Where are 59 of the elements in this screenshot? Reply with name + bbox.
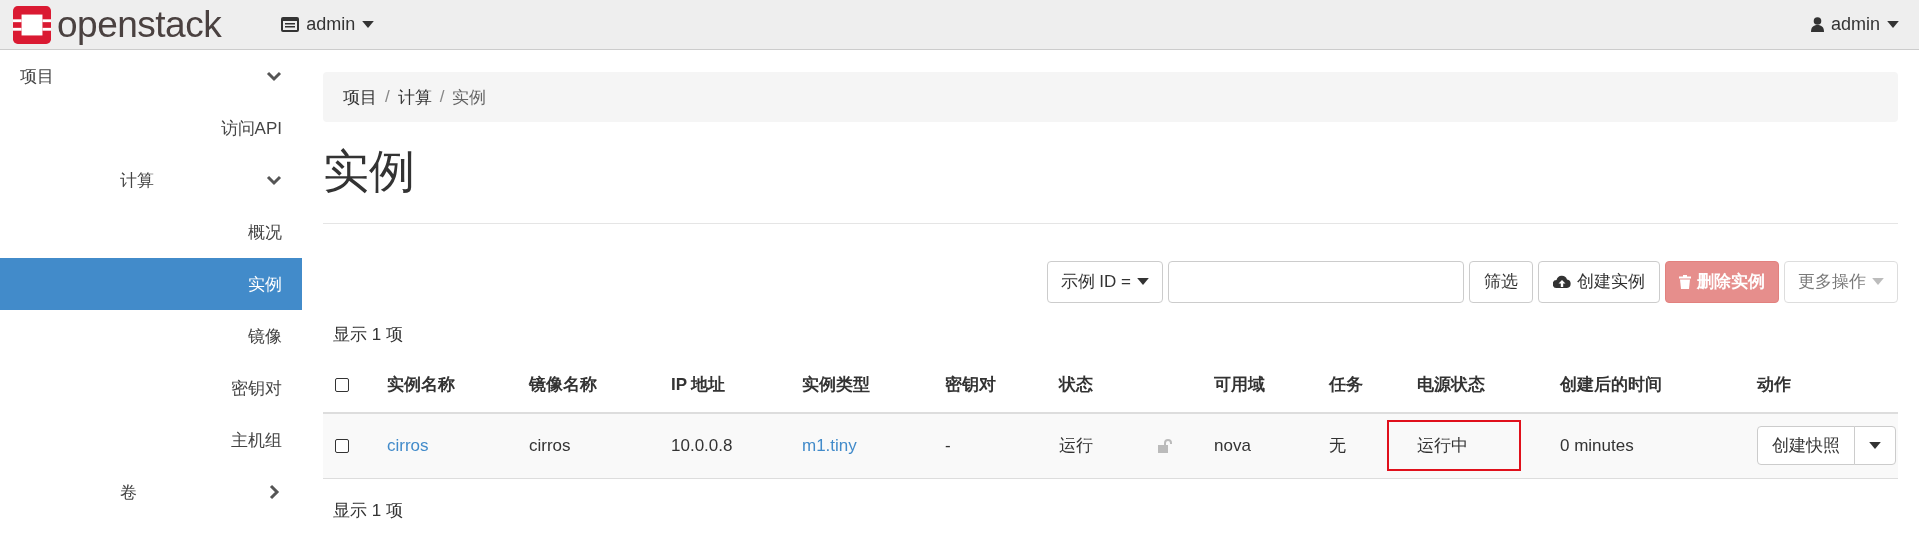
breadcrumb-separator: /: [385, 87, 390, 107]
filter-dropdown[interactable]: 示例 ID =: [1046, 260, 1163, 303]
table-cell: cirros: [529, 435, 571, 455]
sidebar-item[interactable]: 计算: [0, 154, 302, 206]
column-header: 任务: [1329, 375, 1363, 395]
table-link[interactable]: m1.tiny: [802, 435, 857, 455]
page-title: 实例: [323, 122, 1898, 224]
cloud-upload-icon: [1553, 275, 1571, 289]
checkbox[interactable]: [335, 439, 349, 454]
breadcrumb-current: 实例: [452, 86, 487, 109]
sidebar-item[interactable]: 访问API: [0, 102, 302, 154]
create-instance-button[interactable]: 创建实例: [1538, 260, 1660, 303]
sidebar-item[interactable]: 卷: [0, 466, 302, 518]
sidebar-item[interactable]: 实例: [0, 258, 302, 310]
user-dropdown[interactable]: admin: [1810, 14, 1899, 35]
project-dropdown[interactable]: admin: [281, 14, 375, 35]
create-snapshot-button[interactable]: 创建快照: [1757, 426, 1855, 466]
table-cell: 10.0.0.8: [671, 435, 733, 455]
table-cell: 运行中: [1417, 436, 1468, 456]
column-header: IP 地址: [671, 375, 726, 395]
sidebar-item[interactable]: 镜像: [0, 310, 302, 362]
column-header: 创建后的时间: [1560, 375, 1662, 395]
column-header: 实例类型: [802, 375, 870, 395]
sidebar-item[interactable]: 概况: [0, 206, 302, 258]
filter-button[interactable]: 筛选: [1469, 260, 1533, 303]
filter-input[interactable]: [1168, 260, 1464, 303]
checkbox[interactable]: [335, 378, 349, 393]
column-header: 可用域: [1214, 375, 1265, 395]
breadcrumb-link[interactable]: 计算: [397, 85, 432, 109]
item-count: 显示 1 项: [332, 323, 404, 346]
caret-icon: [1887, 21, 1899, 28]
caret-icon: [1869, 442, 1881, 450]
caret-icon: [1137, 278, 1149, 286]
dropdown-toggle-button[interactable]: [1854, 426, 1896, 466]
trash-icon: [1679, 274, 1691, 289]
user-icon: [1810, 17, 1824, 32]
caret-icon: [362, 21, 375, 28]
table-cell: nova: [1214, 435, 1251, 455]
column-header: 状态: [1059, 375, 1093, 395]
openstack-logo-icon: [13, 5, 51, 44]
column-header: 实例名称: [387, 375, 455, 395]
sidebar-item[interactable]: 项目: [0, 50, 302, 102]
sidebar-item[interactable]: 主机组: [0, 414, 302, 466]
table-cell: 0 minutes: [1560, 435, 1634, 455]
item-count: 显示 1 项: [332, 499, 404, 522]
column-header: 密钥对: [945, 375, 996, 395]
table-cell: 无: [1329, 436, 1346, 456]
column-header: 镜像名称: [529, 375, 597, 395]
column-header: 电源状态: [1417, 375, 1485, 395]
column-header: 动作: [1757, 375, 1791, 395]
caret-icon: [1872, 278, 1884, 286]
breadcrumb-separator: /: [439, 87, 445, 107]
sidebar-item[interactable]: 密钥对: [0, 362, 302, 414]
breadcrumb-link[interactable]: 项目: [343, 85, 377, 109]
table-cell: 运行: [1059, 436, 1093, 456]
table-link[interactable]: cirros: [387, 435, 429, 455]
table-cell: -: [945, 435, 951, 455]
brand-name: openstack: [57, 6, 222, 43]
list-icon: [281, 17, 300, 32]
